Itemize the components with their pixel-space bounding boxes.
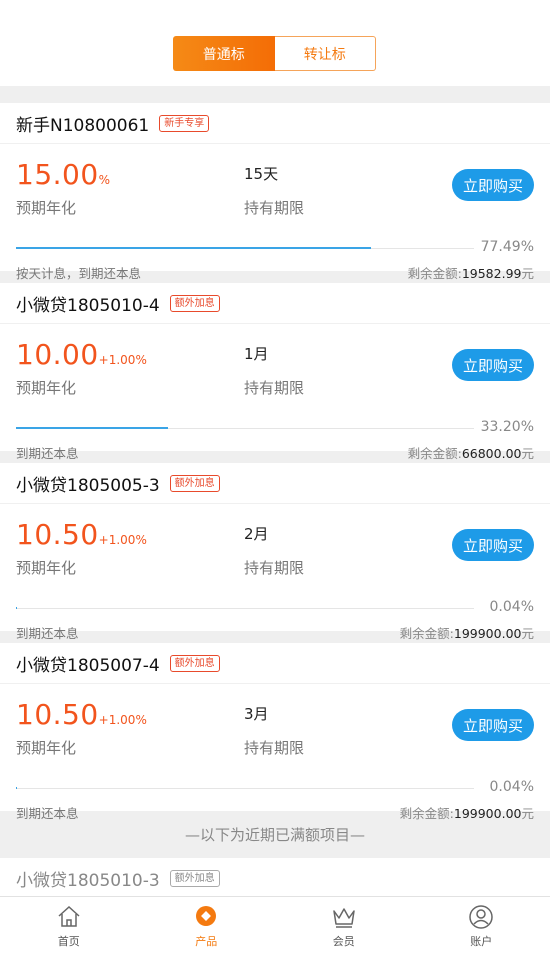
home-icon xyxy=(58,905,80,927)
product-name: 新手N10800061 xyxy=(16,115,150,136)
remaining-value: 199900.00 xyxy=(453,806,522,821)
progress-percent: 0.04% xyxy=(489,599,534,615)
rate-label: 预期年化 xyxy=(16,199,77,217)
expected-rate: 10.00+1.00% xyxy=(16,338,147,371)
product-tag: 新手专享 xyxy=(159,114,210,132)
rate-label: 预期年化 xyxy=(16,559,77,577)
progress-fill xyxy=(16,427,169,429)
divider xyxy=(0,86,550,103)
remaining-unit: 元 xyxy=(521,266,534,281)
product-card[interactable]: 小微贷1805007-4 额外加息 10.50+1.00% 预期年化 3月 持有… xyxy=(0,643,550,821)
tab-label: 产品 xyxy=(195,935,218,948)
rate-label: 预期年化 xyxy=(16,379,77,397)
rate-label: 预期年化 xyxy=(16,739,77,757)
product-tag: 额外加息 xyxy=(169,654,220,672)
product-tag: 额外加息 xyxy=(169,294,220,312)
remaining-amount: 剩余金额:199900.00元 xyxy=(400,623,534,642)
repayment-method: 到期还本息 xyxy=(16,446,79,461)
repayment-method: 到期还本息 xyxy=(16,806,79,821)
product-tag: 额外加息 xyxy=(169,474,220,492)
progress-percent: 0.04% xyxy=(489,779,534,795)
remaining-amount: 剩余金额:199900.00元 xyxy=(400,803,534,822)
product-header: 小微贷1805007-4 额外加息 xyxy=(0,643,550,684)
remaining-unit: 元 xyxy=(521,806,534,821)
tab-home[interactable]: 首页 xyxy=(0,897,138,956)
buy-now-button[interactable]: 立即购买 xyxy=(452,709,534,741)
tab-label: 会员 xyxy=(332,935,355,948)
product-name: 小微贷1805007-4 xyxy=(16,655,160,676)
remaining-value: 199900.00 xyxy=(453,626,522,641)
holding-period: 15天 xyxy=(244,165,279,183)
product-name: 小微贷1805010-4 xyxy=(16,295,160,316)
tab-label: 账户 xyxy=(470,935,493,948)
bottom-tabbar: 首页 产品 会员 账户 xyxy=(0,896,550,956)
remaining-value: 66800.00 xyxy=(461,446,522,461)
tab-transfer[interactable]: 转让标 xyxy=(274,36,376,71)
holding-period: 2月 xyxy=(244,525,269,543)
tab-label: 首页 xyxy=(57,935,80,948)
period-label: 持有期限 xyxy=(244,379,305,397)
product-icon xyxy=(196,906,217,926)
remaining-label: 剩余金额: xyxy=(407,446,462,461)
tab-products[interactable]: 产品 xyxy=(138,897,276,956)
expected-rate: 15.00% xyxy=(16,158,110,191)
holding-period: 1月 xyxy=(244,345,269,363)
product-name: 小微贷1805005-3 xyxy=(16,475,160,496)
progress-bar xyxy=(16,427,474,429)
progress-percent: 77.49% xyxy=(480,239,534,255)
rate-value: 10.50 xyxy=(16,518,99,551)
rate-extra: % xyxy=(98,173,111,187)
repayment-method: 到期还本息 xyxy=(16,626,79,641)
product-header: 小微贷1805010-4 额外加息 xyxy=(0,283,550,324)
product-header: 小微贷1805005-3 额外加息 xyxy=(0,463,550,504)
remaining-unit: 元 xyxy=(521,446,534,461)
list-item-partial[interactable]: 小微贷1805010-3 额外加息 xyxy=(0,858,550,898)
product-card[interactable]: 新手N10800061 新手专享 15.00% 预期年化 15天 持有期限 立即… xyxy=(0,103,550,281)
buy-now-button[interactable]: 立即购买 xyxy=(452,529,534,561)
buy-now-button[interactable]: 立即购买 xyxy=(452,169,534,201)
product-header: 新手N10800061 新手专享 xyxy=(0,103,550,144)
rate-value: 10.50 xyxy=(16,698,99,731)
remaining-label: 剩余金额: xyxy=(399,626,454,641)
rate-value: 15.00 xyxy=(16,158,99,191)
tab-switcher: 普通标 转让标 xyxy=(173,36,376,71)
remaining-label: 剩余金额: xyxy=(407,266,462,281)
rate-extra: +1.00% xyxy=(98,533,147,547)
period-label: 持有期限 xyxy=(244,559,305,577)
remaining-label: 剩余金额: xyxy=(399,806,454,821)
product-card[interactable]: 小微贷1805010-4 额外加息 10.00+1.00% 预期年化 1月 持有… xyxy=(0,283,550,461)
progress-bar xyxy=(16,787,474,789)
progress-bar xyxy=(16,247,474,249)
expected-rate: 10.50+1.00% xyxy=(16,518,147,551)
rate-extra: +1.00% xyxy=(98,353,147,367)
progress-bar xyxy=(16,607,474,609)
tab-account[interactable]: 账户 xyxy=(413,897,550,956)
remaining-amount: 剩余金额:19582.99元 xyxy=(408,263,534,282)
period-label: 持有期限 xyxy=(244,739,305,757)
holding-period: 3月 xyxy=(244,705,269,723)
product-list: 新手N10800061 新手专享 15.00% 预期年化 15天 持有期限 立即… xyxy=(0,103,550,821)
repayment-method: 按天计息，到期还本息 xyxy=(16,266,142,281)
top-header: 普通标 转让标 xyxy=(0,0,550,86)
buy-now-button[interactable]: 立即购买 xyxy=(452,349,534,381)
rate-extra: +1.00% xyxy=(98,713,147,727)
progress-fill xyxy=(16,247,371,249)
remaining-amount: 剩余金额:66800.00元 xyxy=(408,443,534,462)
account-icon xyxy=(469,905,493,929)
remaining-value: 19582.99 xyxy=(461,266,522,281)
remaining-unit: 元 xyxy=(521,626,534,641)
crown-icon xyxy=(333,908,355,928)
tab-member[interactable]: 会员 xyxy=(275,897,413,956)
period-label: 持有期限 xyxy=(244,199,305,217)
expected-rate: 10.50+1.00% xyxy=(16,698,147,731)
rate-value: 10.00 xyxy=(16,338,99,371)
progress-percent: 33.20% xyxy=(480,419,534,435)
tab-regular[interactable]: 普通标 xyxy=(173,36,275,71)
product-tag: 额外加息 xyxy=(169,869,220,887)
product-name: 小微贷1805010-3 xyxy=(16,870,160,891)
product-card[interactable]: 小微贷1805005-3 额外加息 10.50+1.00% 预期年化 2月 持有… xyxy=(0,463,550,641)
